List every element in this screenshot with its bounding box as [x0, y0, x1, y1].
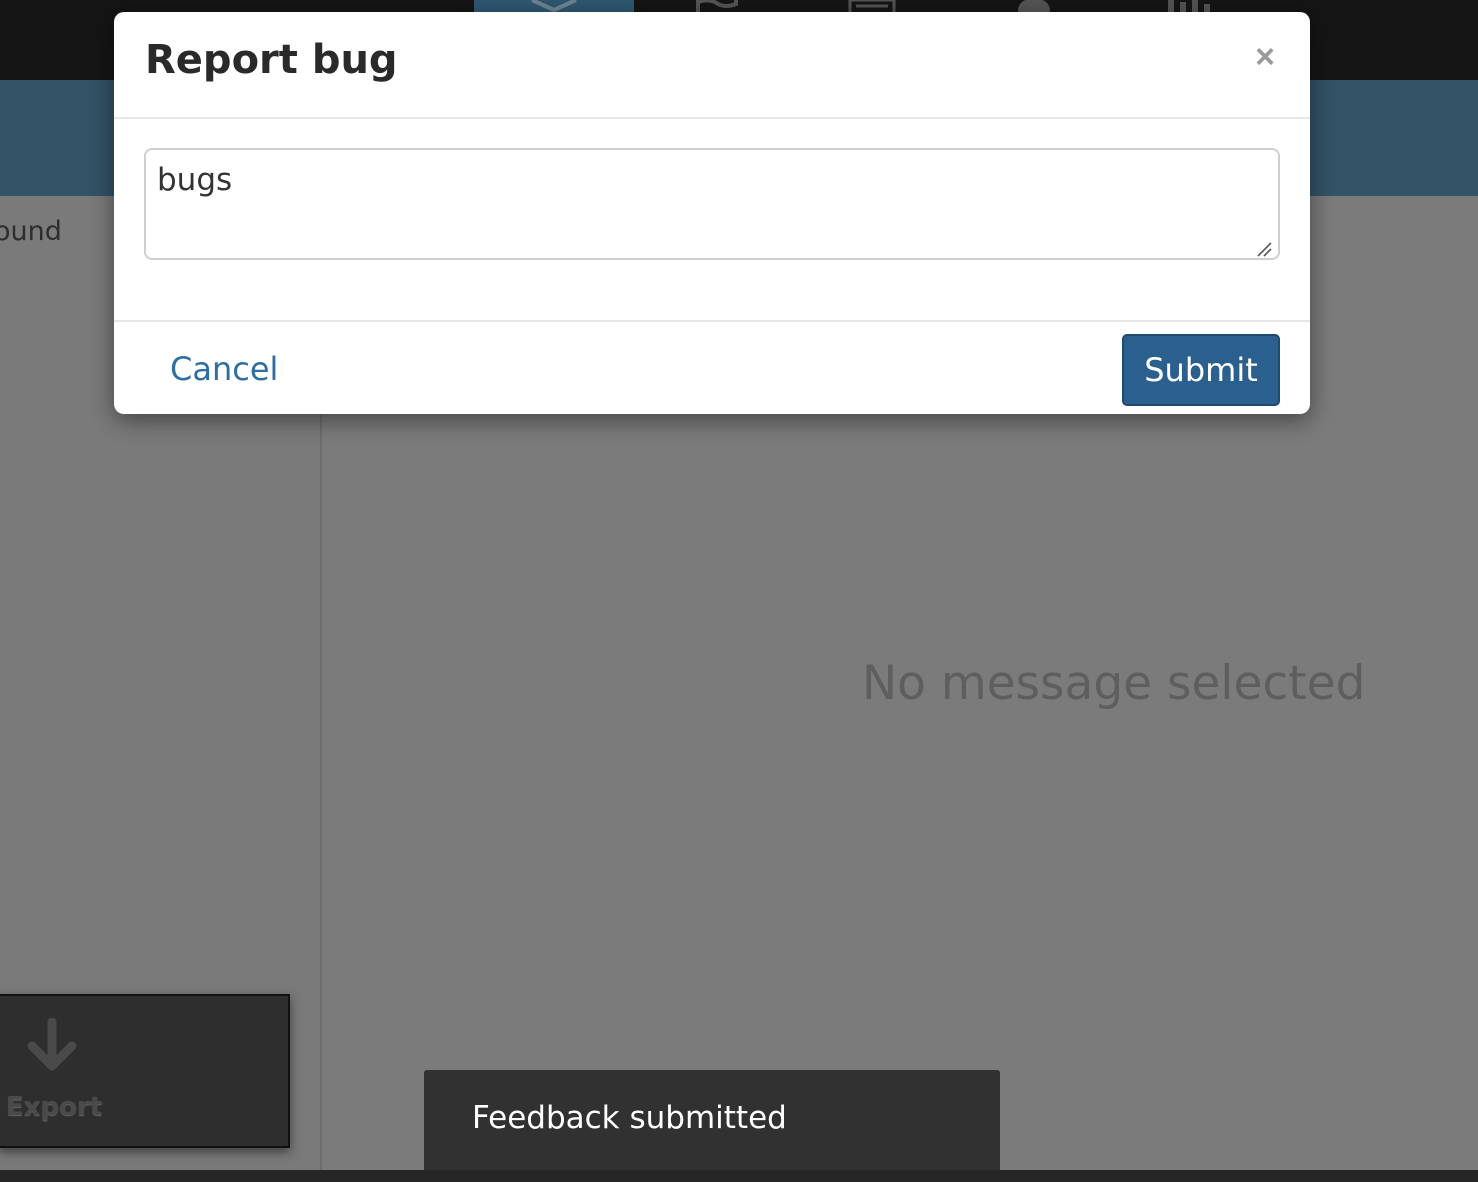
arrow-down-icon	[27, 1018, 77, 1071]
report-bug-modal: Report bug × bugs Cancel Submit	[114, 12, 1310, 414]
toast-message: Feedback submitted	[472, 1100, 787, 1136]
sidebar-status-text: ound	[0, 216, 62, 247]
close-button[interactable]: ×	[1250, 40, 1280, 74]
resize-handle-icon[interactable]	[1256, 241, 1272, 257]
modal-body: bugs	[114, 119, 1310, 320]
submit-button[interactable]: Submit	[1122, 334, 1280, 406]
modal-title: Report bug	[145, 37, 398, 83]
toast-notification: Feedback submitted	[424, 1070, 1000, 1170]
cancel-button[interactable]: Cancel	[170, 350, 278, 388]
modal-header: Report bug ×	[114, 12, 1310, 119]
export-label: Export	[6, 1092, 103, 1122]
bug-description-input[interactable]: bugs	[144, 148, 1280, 260]
modal-footer: Cancel Submit	[114, 320, 1310, 416]
bottom-bar	[0, 1170, 1478, 1182]
export-button[interactable]: Export	[0, 994, 290, 1148]
empty-state-text: No message selected	[862, 656, 1366, 711]
